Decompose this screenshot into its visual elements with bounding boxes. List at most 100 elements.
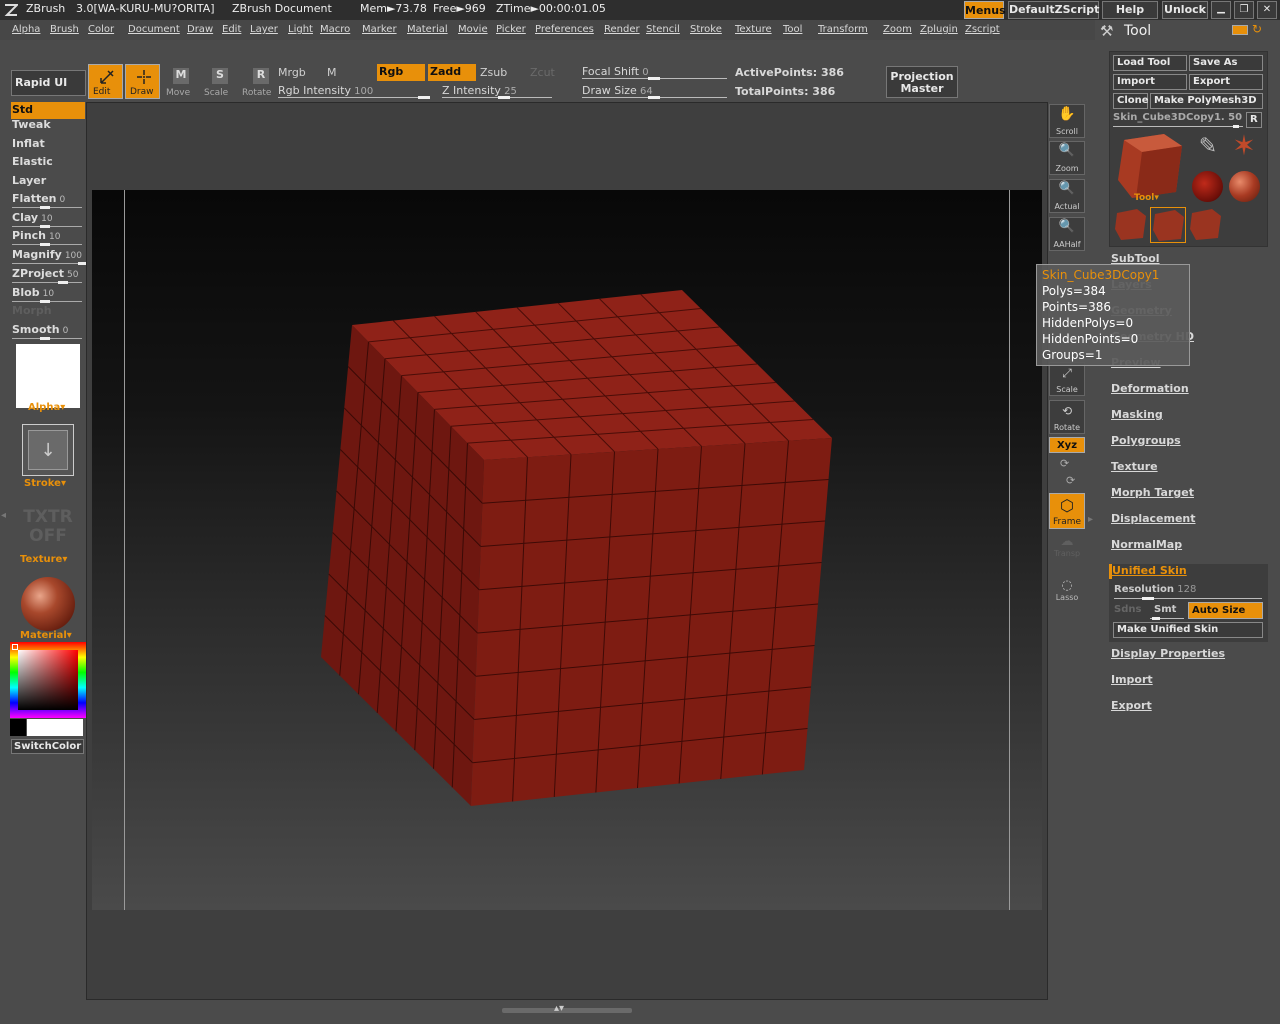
recent-tool-3[interactable]: [1188, 207, 1223, 242]
section-export[interactable]: Export: [1111, 699, 1152, 712]
section-displacement[interactable]: Displacement: [1111, 512, 1196, 525]
section-morph-target[interactable]: Morph Target: [1111, 486, 1194, 499]
m-button[interactable]: M: [327, 66, 337, 79]
menu-material[interactable]: Material: [407, 24, 448, 35]
rgb-intensity-slider[interactable]: Rgb Intensity 100: [278, 84, 430, 99]
cube-mesh[interactable]: [92, 190, 1042, 910]
zsub-button[interactable]: Zsub: [480, 66, 507, 79]
brush-blob[interactable]: Blob 10: [12, 286, 82, 303]
section-import[interactable]: Import: [1111, 673, 1153, 686]
menu-preferences[interactable]: Preferences: [535, 24, 594, 35]
section-masking[interactable]: Masking: [1111, 408, 1163, 421]
projection-master-button[interactable]: Projection Master: [886, 66, 958, 98]
tool-thumb-label[interactable]: Tool▾: [1134, 193, 1159, 203]
r-button[interactable]: R: [1246, 112, 1262, 128]
canvas[interactable]: [92, 190, 1042, 910]
mrgb-button[interactable]: Mrgb: [278, 66, 306, 79]
draw-button[interactable]: Draw: [125, 64, 160, 99]
lasso-button[interactable]: ◌ Lasso: [1049, 578, 1085, 610]
sphere-tool-icon[interactable]: [1229, 171, 1260, 202]
menu-render[interactable]: Render: [604, 24, 640, 35]
right-collapse-arrow-icon[interactable]: ▸: [1088, 514, 1093, 525]
panel-refresh-icon[interactable]: ↻: [1252, 22, 1262, 36]
current-tool-thumbnail[interactable]: [1114, 132, 1186, 200]
menu-edit[interactable]: Edit: [222, 24, 241, 35]
default-zscript-button[interactable]: DefaultZScript: [1008, 1, 1099, 19]
star-tool-icon[interactable]: ✶: [1228, 130, 1260, 162]
save-as-button[interactable]: Save As: [1189, 55, 1263, 71]
close-icon[interactable]: ✕: [1257, 1, 1277, 19]
stroke-label[interactable]: Stroke▾: [24, 478, 66, 489]
rotate-y-icon[interactable]: ⟳: [1060, 457, 1069, 470]
menu-movie[interactable]: Movie: [458, 24, 488, 35]
alpha-label[interactable]: Alpha▾: [28, 402, 65, 413]
material-label[interactable]: Material▾: [20, 630, 72, 641]
edit-button[interactable]: Edit: [88, 64, 123, 99]
primary-color-swatch[interactable]: [27, 719, 83, 736]
rotate-view-button[interactable]: ⟲ Rotate: [1049, 400, 1085, 434]
focal-shift-slider[interactable]: Focal Shift 0: [582, 65, 727, 80]
recent-tool-1[interactable]: [1113, 207, 1148, 242]
menu-tool[interactable]: Tool: [783, 24, 802, 35]
brush-tweak[interactable]: Tweak: [12, 118, 51, 131]
viewport-scrollbar[interactable]: ▴▾: [86, 1003, 1048, 1016]
brush-magnify[interactable]: Magnify 100: [12, 248, 88, 265]
unified-skin-title[interactable]: Unified Skin: [1112, 564, 1187, 577]
menu-light[interactable]: Light: [288, 24, 313, 35]
rapid-ui-button[interactable]: Rapid UI: [11, 70, 86, 96]
current-tool-slider[interactable]: Skin_Cube3DCopy1. 50: [1113, 112, 1243, 128]
menu-stroke[interactable]: Stroke: [690, 24, 722, 35]
menu-brush[interactable]: Brush: [50, 24, 79, 35]
brush-smooth[interactable]: Smooth 0: [12, 323, 82, 340]
texture-label[interactable]: Texture▾: [20, 554, 67, 565]
menu-zplugin[interactable]: Zplugin: [920, 24, 958, 35]
scale-view-button[interactable]: ⤢ Scale: [1049, 362, 1085, 396]
brush-std[interactable]: Std: [12, 103, 33, 116]
draw-size-slider[interactable]: Draw Size 64: [582, 84, 727, 99]
menu-zscript[interactable]: Zscript: [965, 24, 1000, 35]
unlock-button[interactable]: Unlock: [1162, 1, 1208, 19]
menu-marker[interactable]: Marker: [362, 24, 397, 35]
menu-alpha[interactable]: Alpha: [12, 24, 40, 35]
section-polygroups[interactable]: Polygroups: [1111, 434, 1181, 447]
frame-button[interactable]: ⬡ Frame: [1049, 493, 1085, 529]
export-button[interactable]: Export: [1189, 74, 1263, 90]
restore-icon[interactable]: ❐: [1234, 1, 1254, 19]
smt-slider[interactable]: Smt: [1150, 604, 1184, 620]
section-deformation[interactable]: Deformation: [1111, 382, 1189, 395]
menu-draw[interactable]: Draw: [187, 24, 213, 35]
section-normalmap[interactable]: NormalMap: [1111, 538, 1182, 551]
zoom-button[interactable]: 🔍 Zoom: [1049, 141, 1085, 175]
load-tool-button[interactable]: Load Tool: [1113, 55, 1187, 71]
switch-color-button[interactable]: SwitchColor: [11, 739, 84, 754]
left-collapse-arrow-icon[interactable]: ◂: [1, 510, 6, 521]
menus-button[interactable]: Menus: [964, 1, 1006, 19]
menu-stencil[interactable]: Stencil: [646, 24, 680, 35]
brush-elastic[interactable]: Elastic: [12, 155, 53, 168]
auto-size-button[interactable]: Auto Size: [1188, 602, 1263, 619]
import-button[interactable]: Import: [1113, 74, 1187, 90]
make-unified-skin-button[interactable]: Make Unified Skin: [1113, 622, 1263, 638]
sphere-dark-icon[interactable]: [1192, 171, 1223, 202]
texture-off-swatch[interactable]: TXTR OFF: [20, 508, 76, 548]
zadd-button[interactable]: Zadd: [428, 64, 476, 81]
rotate-button[interactable]: R Rotate: [240, 66, 274, 98]
brush-zproject[interactable]: ZProject 50: [12, 267, 82, 284]
minimize-icon[interactable]: ▁: [1211, 1, 1231, 19]
move-button[interactable]: M Move: [165, 66, 193, 98]
menu-picker[interactable]: Picker: [496, 24, 526, 35]
rgb-button[interactable]: Rgb: [377, 64, 425, 81]
section-display-properties[interactable]: Display Properties: [1111, 647, 1225, 660]
brush-layer[interactable]: Layer: [12, 174, 46, 187]
scale-button[interactable]: S Scale: [202, 66, 232, 98]
menu-zoom[interactable]: Zoom: [883, 24, 912, 35]
actual-button[interactable]: 🔍 Actual: [1049, 179, 1085, 213]
brush-inflat[interactable]: Inflat: [12, 137, 45, 150]
z-intensity-slider[interactable]: Z Intensity 25: [442, 84, 552, 99]
help-button[interactable]: Help: [1102, 1, 1158, 19]
recent-tool-2[interactable]: [1150, 207, 1186, 243]
menu-document[interactable]: Document: [128, 24, 180, 35]
aahalf-button[interactable]: 🔍 AAHalf: [1049, 217, 1085, 251]
xyz-button[interactable]: Xyz: [1049, 437, 1085, 453]
panel-pin-icon[interactable]: [1232, 25, 1248, 35]
